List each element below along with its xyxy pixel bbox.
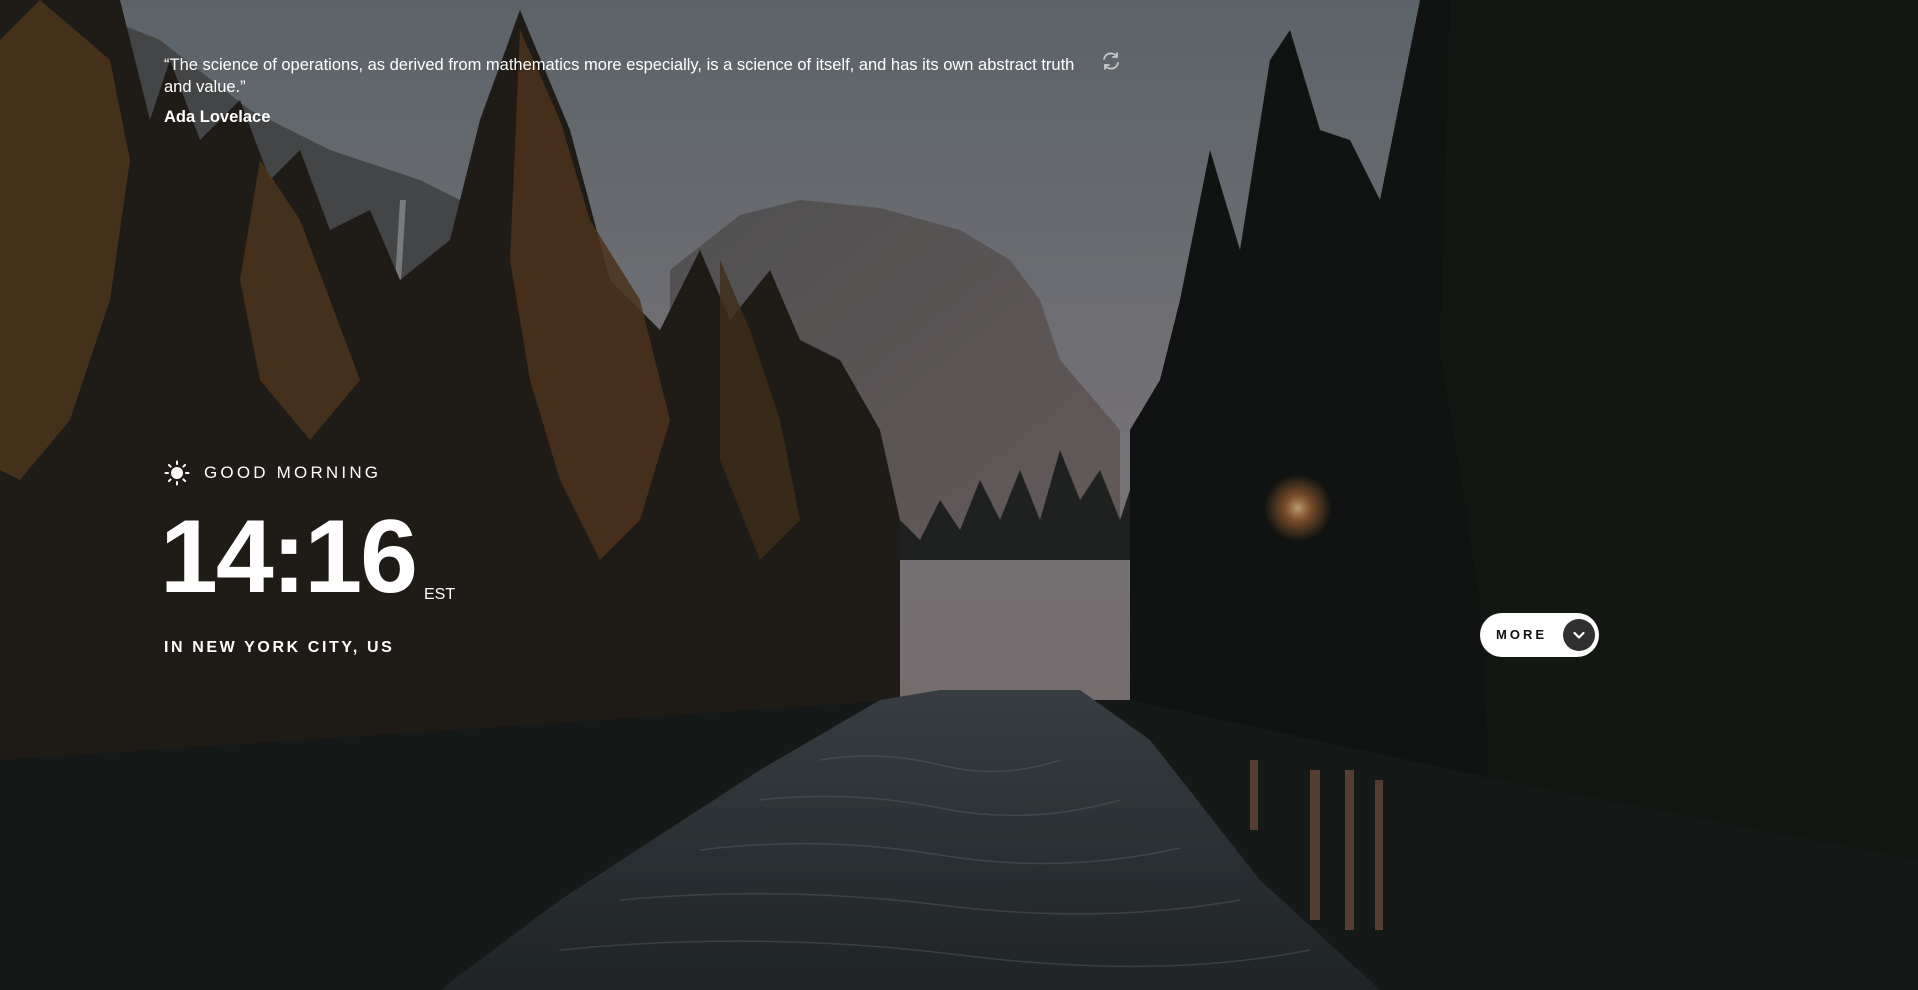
location-text: IN NEW YORK CITY, US: [164, 639, 395, 656]
clock-time: 14:16: [160, 499, 418, 615]
quote-block: “The science of operations, as derived f…: [164, 54, 1084, 128]
sun-icon: [164, 460, 190, 486]
chevron-down-icon: [1563, 619, 1595, 651]
quote-author: Ada Lovelace: [164, 108, 271, 126]
refresh-quote-button[interactable]: [1100, 50, 1122, 72]
background-image: [0, 0, 1918, 990]
clock: 14:16 EST: [160, 505, 455, 609]
clock-timezone: EST: [424, 586, 456, 603]
more-button-label: MORE: [1496, 627, 1547, 642]
refresh-icon: [1103, 52, 1119, 70]
more-button[interactable]: MORE: [1480, 613, 1599, 657]
greeting: GOOD MORNING: [164, 460, 381, 486]
greeting-text: GOOD MORNING: [204, 463, 382, 482]
quote-text: “The science of operations, as derived f…: [164, 56, 1075, 96]
